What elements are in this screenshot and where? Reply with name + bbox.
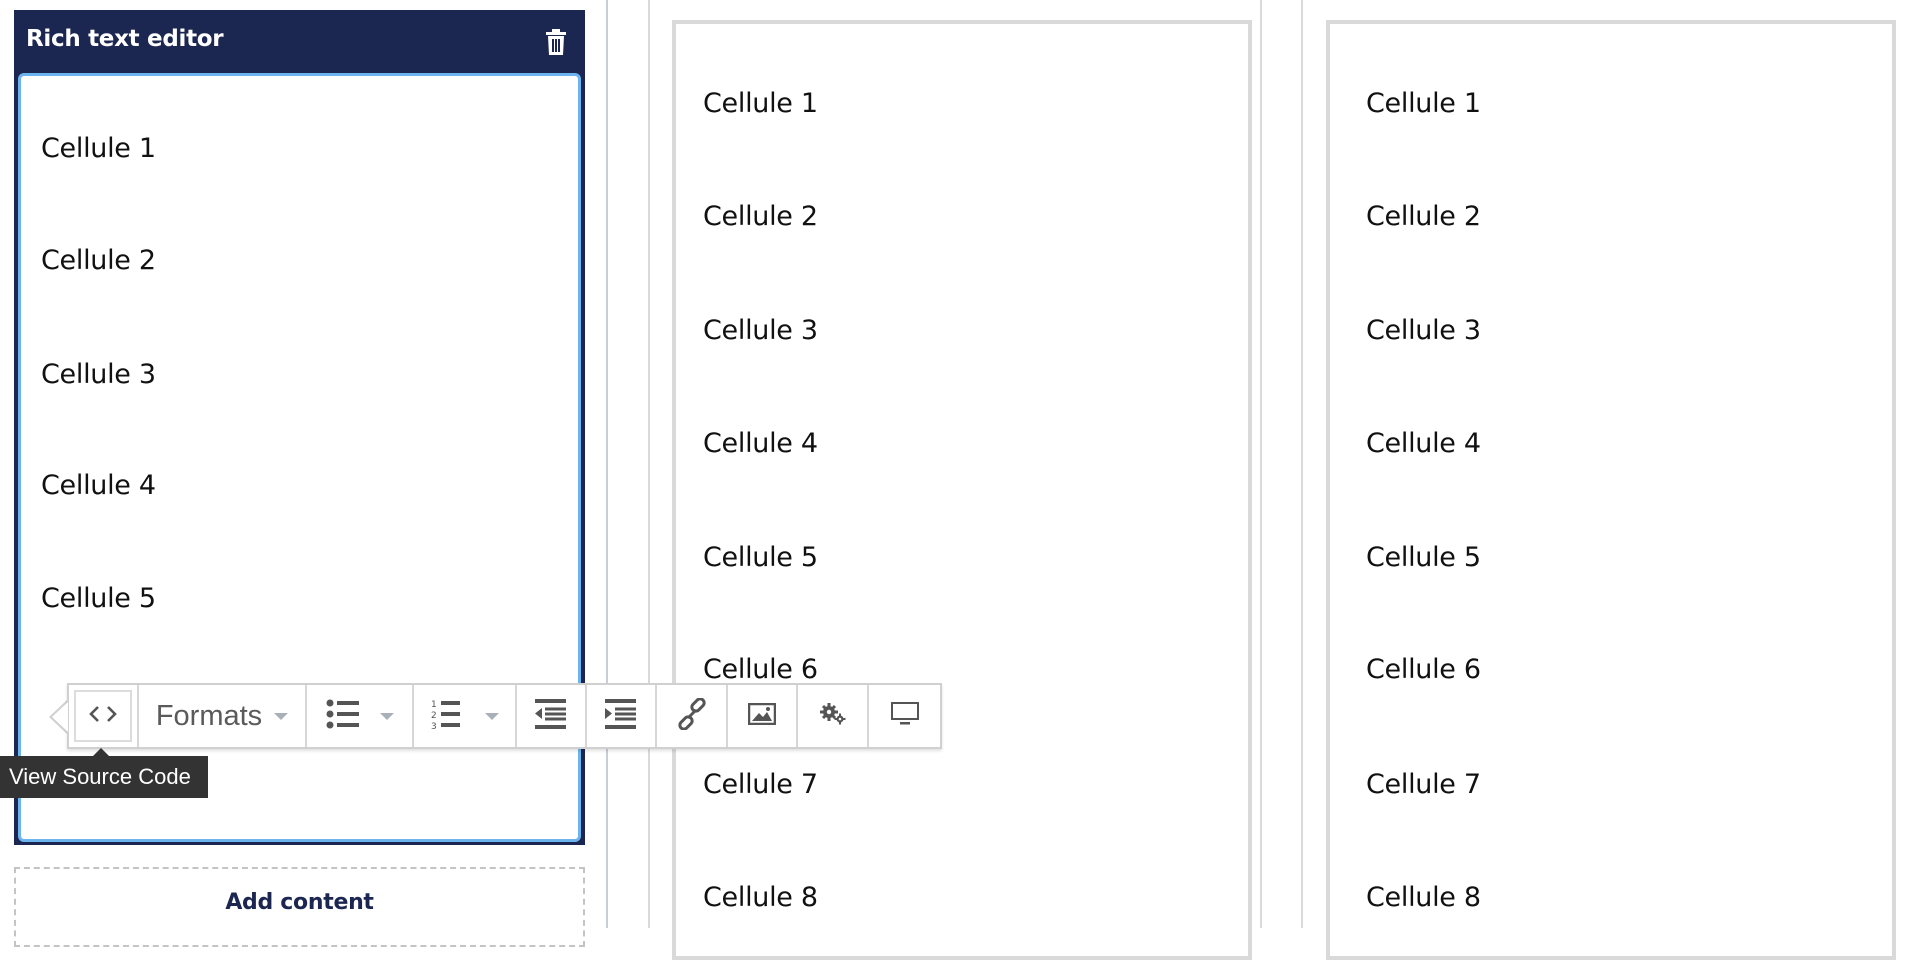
bullet-list-button[interactable]	[307, 685, 414, 747]
column-separator	[606, 0, 608, 928]
cell-text: Cellule 4	[1366, 428, 1481, 459]
cell-text: Cellule 4	[41, 470, 156, 501]
add-content-button[interactable]: Add content	[14, 867, 585, 947]
trash-icon[interactable]	[544, 28, 568, 56]
editor-toolbar: Formats 1 2 3	[67, 683, 942, 749]
numbered-list-button[interactable]: 1 2 3	[414, 685, 517, 747]
caret-down-icon[interactable]	[484, 712, 499, 720]
link-icon	[676, 696, 708, 735]
add-content-label: Add content	[225, 890, 374, 915]
insert-image-button[interactable]	[728, 685, 798, 747]
cell-text: Cellule 2	[1366, 201, 1481, 232]
cell-text: Cellule 1	[1366, 88, 1481, 119]
cell-text: Cellule 1	[703, 88, 818, 119]
cell-text: Cellule 5	[703, 542, 818, 573]
cell-text: Cellule 3	[1366, 315, 1481, 346]
svg-text:3: 3	[431, 722, 437, 730]
cell-text: Cellule 5	[41, 583, 156, 614]
toolbar-pointer-fill	[52, 702, 68, 732]
cell-text: Cellule 3	[703, 315, 818, 346]
insert-link-button[interactable]	[657, 685, 728, 747]
image-icon	[747, 702, 777, 730]
numbered-list-icon: 1 2 3	[431, 698, 467, 735]
caret-down-icon	[274, 712, 289, 720]
bullet-list-icon	[326, 698, 362, 735]
indent-icon	[605, 698, 637, 734]
tooltip: View Source Code	[0, 756, 208, 798]
code-icon	[88, 704, 118, 729]
column-separator	[1260, 0, 1262, 928]
gears-icon	[819, 702, 846, 731]
outdent-button[interactable]	[517, 685, 587, 747]
panel-title: Rich text editor	[26, 26, 224, 52]
monitor-icon	[890, 701, 919, 731]
outdent-icon	[535, 698, 567, 734]
cell-text: Cellule 1	[41, 133, 156, 164]
settings-button[interactable]	[798, 685, 869, 747]
source-code-button[interactable]	[69, 685, 139, 747]
formats-dropdown[interactable]: Formats	[139, 685, 307, 747]
cell-text: Cellule 8	[703, 882, 818, 913]
content-block-column-3[interactable]: Cellule 1 Cellule 2 Cellule 3 Cellule 4 …	[1326, 20, 1896, 960]
cell-text: Cellule 2	[703, 201, 818, 232]
source-code-button-focus	[74, 690, 132, 742]
preview-button[interactable]	[869, 685, 940, 747]
indent-button[interactable]	[587, 685, 657, 747]
column-separator	[1301, 0, 1303, 928]
cell-text: Cellule 6	[1366, 654, 1481, 685]
panel-header: Rich text editor	[14, 10, 585, 70]
svg-text:2: 2	[431, 711, 437, 721]
column-separator	[648, 0, 650, 928]
cell-text: Cellule 4	[703, 428, 818, 459]
content-block-column-2[interactable]: Cellule 1 Cellule 2 Cellule 3 Cellule 4 …	[672, 20, 1252, 960]
caret-down-icon[interactable]	[379, 712, 394, 720]
cell-text: Cellule 7	[703, 769, 818, 800]
svg-text:1: 1	[431, 700, 437, 710]
cell-text: Cellule 5	[1366, 542, 1481, 573]
cell-text: Cellule 3	[41, 359, 156, 390]
formats-label: Formats	[155, 699, 263, 732]
cell-text: Cellule 6	[703, 654, 818, 685]
cell-text: Cellule 8	[1366, 882, 1481, 913]
cell-text: Cellule 7	[1366, 769, 1481, 800]
cell-text: Cellule 2	[41, 245, 156, 276]
